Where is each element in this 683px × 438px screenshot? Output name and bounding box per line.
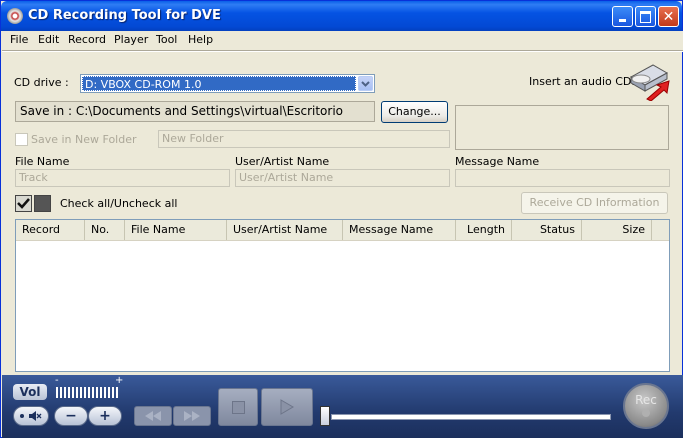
uncheck-all-button[interactable]	[34, 195, 51, 212]
menu-help[interactable]: Help	[188, 33, 213, 46]
volume-down-button[interactable]: −	[54, 406, 88, 426]
insert-cd-hint: Insert an audio CD.	[529, 75, 635, 88]
menu-tool[interactable]: Tool	[156, 33, 177, 46]
column-header-record[interactable]: Record	[16, 220, 85, 240]
artist-name-input[interactable]: User/Artist Name	[235, 169, 450, 187]
receive-cd-info-button[interactable]: Receive CD Information	[521, 192, 668, 214]
column-header-file-name[interactable]: File Name	[125, 220, 227, 240]
menu-file[interactable]: File	[10, 33, 28, 46]
play-icon	[280, 399, 294, 415]
seek-handle[interactable]	[320, 406, 330, 426]
new-folder-checkbox[interactable]	[15, 133, 28, 146]
maximize-button[interactable]	[635, 6, 656, 27]
column-header-status[interactable]: Status	[512, 220, 582, 240]
speaker-mute-icon	[29, 411, 42, 421]
file-name-input[interactable]: Track	[15, 169, 230, 187]
column-header-artist[interactable]: User/Artist Name	[227, 220, 343, 240]
file-name-label: File Name	[15, 155, 70, 168]
volume-min-mark: -	[55, 375, 59, 386]
column-header-size[interactable]: Size	[582, 220, 652, 240]
cd-app-icon	[7, 8, 23, 24]
stop-button[interactable]	[218, 388, 258, 426]
volume-max-mark: +	[115, 375, 124, 386]
volume-level-bars	[56, 387, 118, 398]
message-name-input[interactable]	[455, 169, 670, 187]
artist-name-label: User/Artist Name	[235, 155, 330, 168]
menu-player[interactable]: Player	[114, 33, 148, 46]
new-folder-label: Save in New Folder	[31, 133, 137, 146]
cd-info-box	[455, 105, 669, 150]
menu-bar: File Edit Record Player Tool Help	[2, 31, 683, 50]
column-header-length[interactable]: Length	[456, 220, 512, 240]
cd-drive-select[interactable]: D: VBOX CD-ROM 1.0	[80, 74, 375, 93]
skip-forward-icon	[184, 411, 200, 421]
close-button[interactable]: ✕	[658, 6, 679, 27]
cd-drive-value: D: VBOX CD-ROM 1.0	[82, 76, 356, 91]
record-label: Rec	[635, 393, 657, 407]
window-title: CD Recording Tool for DVE	[28, 8, 221, 23]
minimize-icon	[619, 19, 626, 22]
column-header-message[interactable]: Message Name	[343, 220, 456, 240]
table-header: Record No. File Name User/Artist Name Me…	[16, 220, 669, 241]
menu-edit[interactable]: Edit	[38, 33, 59, 46]
check-all-label: Check all/Uncheck all	[60, 197, 178, 210]
app-window: CD Recording Tool for DVE ✕ File Edit Re…	[0, 0, 683, 438]
menu-separator	[2, 50, 683, 52]
minimize-button[interactable]	[612, 6, 633, 27]
column-header-no[interactable]: No.	[85, 220, 125, 240]
track-table[interactable]: Record No. File Name User/Artist Name Me…	[15, 219, 670, 372]
mute-indicator-icon	[20, 414, 24, 418]
save-location: Save in : C:\Documents and Settings\virt…	[15, 101, 375, 122]
skip-back-icon	[145, 411, 161, 421]
previous-track-button[interactable]	[134, 406, 172, 426]
play-button[interactable]	[261, 388, 313, 426]
stop-icon	[231, 400, 245, 414]
seek-track[interactable]	[331, 414, 611, 420]
next-track-button[interactable]	[173, 406, 211, 426]
title-bar[interactable]: CD Recording Tool for DVE ✕	[1, 1, 682, 31]
record-dot-icon	[642, 409, 650, 417]
checkmark-icon	[17, 198, 30, 209]
record-button[interactable]: Rec	[623, 383, 669, 429]
mute-button[interactable]	[13, 406, 49, 426]
volume-up-button[interactable]: +	[88, 406, 122, 426]
check-all-button[interactable]	[15, 195, 32, 212]
maximize-icon	[640, 10, 651, 23]
change-button[interactable]: Change...	[381, 101, 448, 123]
message-name-label: Message Name	[455, 155, 540, 168]
volume-label: Vol	[13, 384, 47, 400]
close-icon: ✕	[662, 8, 675, 25]
menu-record[interactable]: Record	[68, 33, 106, 46]
cd-drive-label: CD drive :	[14, 76, 69, 89]
cd-drive-insert-icon	[627, 59, 671, 102]
chevron-down-icon[interactable]	[358, 76, 373, 91]
new-folder-input[interactable]: New Folder	[158, 130, 450, 148]
